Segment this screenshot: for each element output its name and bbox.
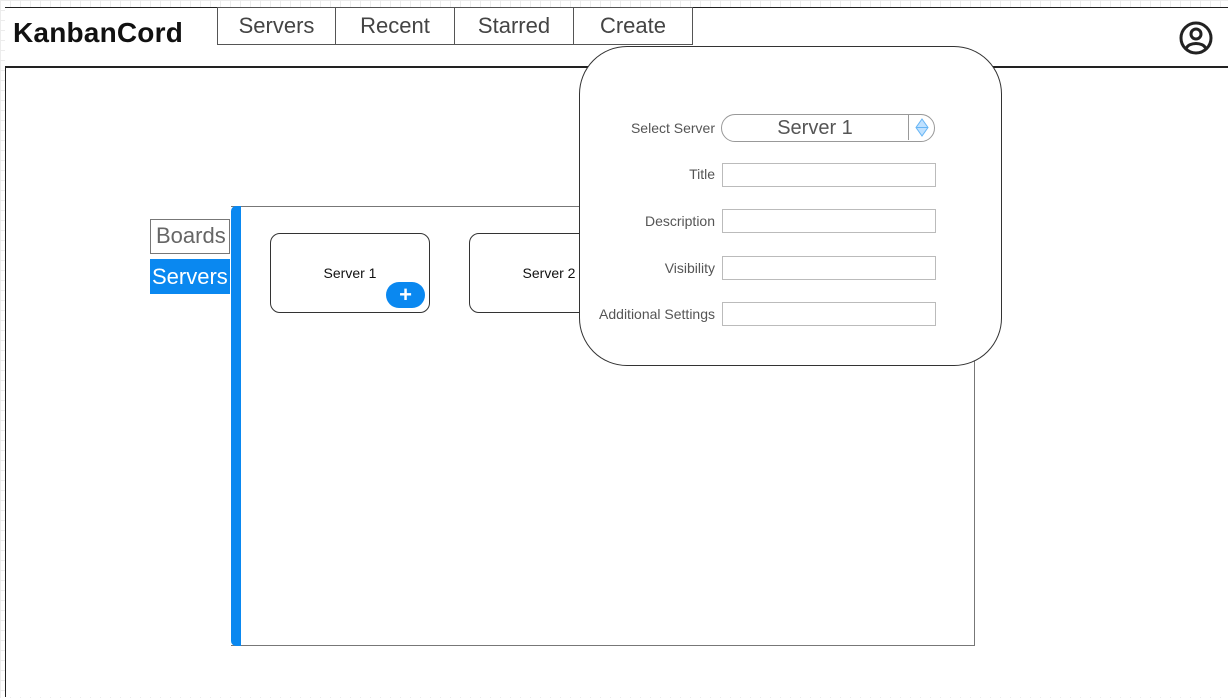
user-avatar-icon[interactable] (1179, 21, 1213, 55)
visibility-label: Visibility (664, 260, 715, 276)
spinner-arrows-icon[interactable] (908, 115, 934, 140)
tab-recent[interactable]: Recent (336, 7, 455, 45)
nav-tabs: Servers Recent Starred Create (217, 7, 693, 45)
tab-create[interactable]: Create (574, 7, 693, 45)
select-server-value: Server 1 (777, 117, 853, 139)
side-tab-boards[interactable]: Boards (150, 219, 230, 254)
description-label: Description (644, 213, 715, 229)
canvas: KanbanCord Servers Recent Starred Create… (0, 0, 1228, 698)
tab-starred[interactable]: Starred (455, 7, 574, 45)
server-card-1[interactable]: Server 1 + (270, 233, 430, 313)
title-input[interactable] (722, 163, 936, 187)
select-server-dropdown[interactable]: Server 1 (721, 114, 935, 142)
server-card-label: Server 1 (323, 265, 377, 281)
app-title: KanbanCord (13, 17, 183, 48)
title-label: Title (689, 166, 715, 182)
board-accent-bar (231, 206, 241, 646)
description-input[interactable] (722, 209, 936, 233)
tab-servers[interactable]: Servers (217, 7, 336, 45)
add-board-button[interactable]: + (386, 282, 425, 308)
additional-settings-label: Additional Settings (599, 306, 715, 322)
side-tab-servers[interactable]: Servers (150, 259, 230, 294)
additional-settings-input[interactable] (722, 302, 936, 326)
select-server-label: Select Server (630, 120, 715, 136)
visibility-input[interactable] (722, 256, 936, 280)
create-board-popup: Select Server Server 1 Title Description… (579, 46, 1002, 366)
